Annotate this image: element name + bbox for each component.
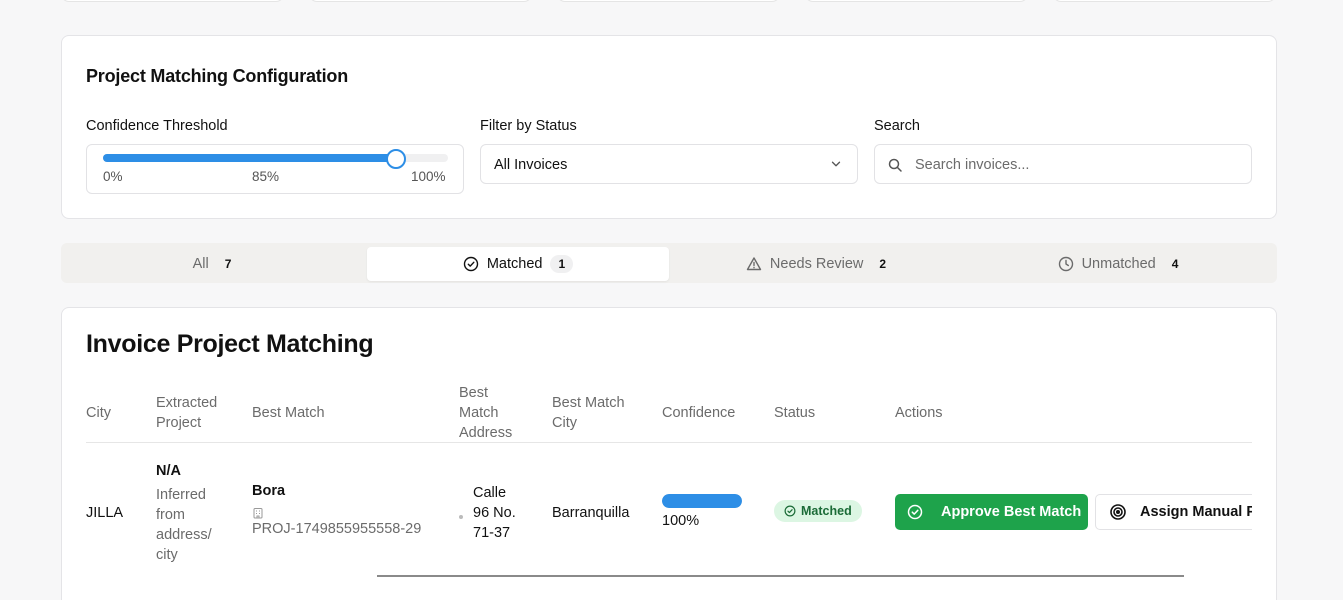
best-match-name: Bora xyxy=(252,483,286,499)
col-best-match-city-line2: City xyxy=(552,415,577,431)
extracted-project-value: N/A xyxy=(156,463,181,479)
col-extracted-project: Extracted Project xyxy=(156,393,217,433)
col-actions: Actions xyxy=(895,405,943,421)
clock-icon xyxy=(1058,256,1073,272)
cell-best-match-address: Calle 96 No. 71-37 xyxy=(473,483,516,543)
threshold-slider-box: 0% 85% 100% xyxy=(86,144,464,194)
table-title: Invoice Project Matching xyxy=(86,330,374,358)
status-badge: Matched xyxy=(774,500,862,522)
chevron-down-icon xyxy=(831,161,841,167)
summary-card-2 xyxy=(309,0,532,2)
approve-best-match-label: Approve Best Match xyxy=(941,504,1082,520)
best-match-id: PROJ-1749855955558-29 xyxy=(252,521,422,537)
col-status: Status xyxy=(774,405,816,421)
building-icon xyxy=(252,505,421,519)
tab-needs-review-count: 2 xyxy=(879,257,887,271)
col-best-match-address: Best Match Address xyxy=(459,383,512,443)
confidence-bar xyxy=(662,494,742,508)
search-icon xyxy=(888,158,902,172)
address-line2: 96 No. xyxy=(473,505,516,521)
col-address-line3: Address xyxy=(459,425,513,441)
confidence-value: 100% xyxy=(662,513,700,529)
check-circle-icon xyxy=(907,504,923,520)
map-pin-icon xyxy=(458,507,464,519)
threshold-label: Confidence Threshold xyxy=(86,118,228,134)
tab-all-label: All xyxy=(192,256,209,272)
table-right-clip xyxy=(1252,458,1276,558)
cell-extracted-project: N/A Inferred from address/ city xyxy=(156,461,212,565)
status-badge-label: Matched xyxy=(801,504,852,518)
horizontal-scrollbar[interactable] xyxy=(377,575,1184,577)
table-header-divider xyxy=(86,442,1252,443)
address-line3: 71-37 xyxy=(473,525,511,541)
extracted-note-line1: Inferred xyxy=(156,487,206,503)
assign-manual-project-label: Assign Manual Pr xyxy=(1140,504,1262,520)
col-address-line2: Match xyxy=(459,405,499,421)
search-box xyxy=(874,144,1252,184)
col-best-match-city: Best Match City xyxy=(552,393,625,433)
col-extracted-project-line1: Extracted xyxy=(156,395,218,411)
status-filter-value: All Invoices xyxy=(494,157,568,173)
summary-card-5 xyxy=(1053,0,1276,2)
summary-card-3 xyxy=(557,0,780,2)
tab-matched-label: Matched xyxy=(486,256,543,272)
tab-needs-review[interactable]: Needs Review 2 xyxy=(669,247,971,281)
threshold-slider-fill xyxy=(103,154,397,162)
extracted-note-line4: city xyxy=(156,547,178,563)
col-best-match: Best Match xyxy=(252,405,325,421)
col-city: City xyxy=(86,405,111,421)
tab-needs-review-label: Needs Review xyxy=(769,256,864,272)
col-best-match-city-line1: Best Match xyxy=(552,395,625,411)
assign-manual-project-button[interactable]: Assign Manual Pr xyxy=(1095,494,1276,530)
search-input[interactable] xyxy=(915,154,1235,176)
summary-card-1 xyxy=(61,0,284,2)
approve-best-match-button[interactable]: Approve Best Match xyxy=(895,494,1088,530)
extracted-note-line3: address/ xyxy=(156,527,212,543)
cell-best-match: Bora PROJ-1749855955558-29 xyxy=(252,481,421,539)
threshold-value-label: 85% xyxy=(252,169,280,184)
confidence-bar-fill xyxy=(662,494,742,508)
tab-all-count: 7 xyxy=(224,257,232,271)
tab-unmatched-label: Unmatched xyxy=(1081,256,1156,272)
target-icon xyxy=(1110,504,1126,520)
col-address-line1: Best xyxy=(459,385,489,401)
cell-city: JILLA xyxy=(86,505,124,521)
summary-card-4 xyxy=(805,0,1028,2)
col-extracted-project-line2: Project xyxy=(156,415,202,431)
extracted-note-line2: from xyxy=(156,507,185,523)
address-line1: Calle xyxy=(473,485,507,501)
status-filter-label: Filter by Status xyxy=(480,118,577,134)
check-circle-icon xyxy=(463,256,479,272)
threshold-slider[interactable] xyxy=(103,149,448,169)
check-circle-icon xyxy=(784,505,796,517)
search-label: Search xyxy=(874,118,920,134)
matching-config-card: Project Matching Configuration Confidenc… xyxy=(61,35,1277,219)
status-filter-select[interactable]: All Invoices xyxy=(480,144,858,184)
config-title: Project Matching Configuration xyxy=(86,66,348,86)
threshold-min-label: 0% xyxy=(103,169,123,184)
cell-best-match-city: Barranquilla xyxy=(552,505,630,521)
tab-all[interactable]: All 7 xyxy=(65,247,367,281)
tab-unmatched[interactable]: Unmatched 4 xyxy=(971,247,1273,281)
invoice-matching-card: Invoice Project Matching City Extracted … xyxy=(61,307,1277,600)
tab-matched-count: 1 xyxy=(550,255,574,273)
tab-unmatched-count: 4 xyxy=(1171,257,1179,271)
warning-triangle-icon xyxy=(746,257,762,271)
col-confidence: Confidence xyxy=(662,405,736,421)
status-tabs: All 7 Matched 1 Needs Review 2 Unmatched… xyxy=(61,243,1277,283)
threshold-max-label: 100% xyxy=(411,169,446,184)
tab-matched[interactable]: Matched 1 xyxy=(367,247,669,281)
threshold-slider-thumb[interactable] xyxy=(386,149,407,169)
